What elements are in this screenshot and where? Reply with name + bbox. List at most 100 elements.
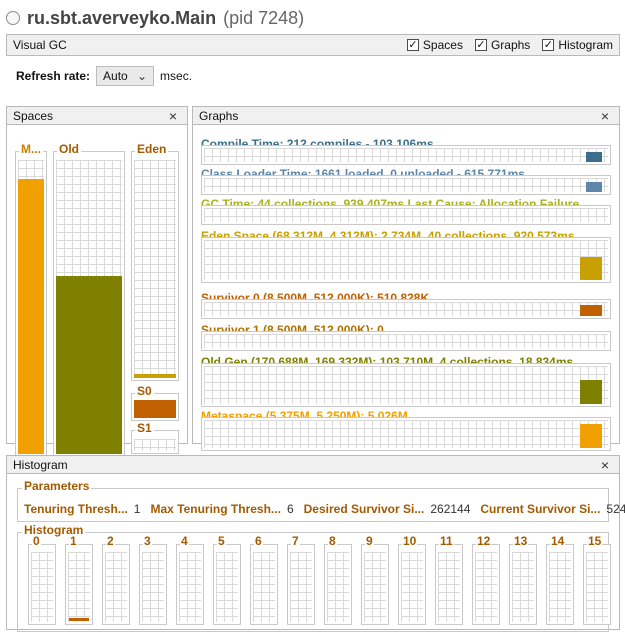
toggle-graphs[interactable]: ✓ Graphs [474, 38, 530, 52]
param-value: 524288 [606, 502, 625, 516]
histogram-bucket-3: 3 [139, 534, 167, 625]
graph-survivor0: Survivor 0 (8,500M, 512,000K): 510,828K [201, 291, 611, 321]
toggle-histogram[interactable]: ✓ Histogram [542, 38, 613, 52]
param-label: Tenuring Thresh... [24, 502, 128, 516]
histogram-bucket-grid [290, 552, 312, 622]
survivor1-column: S1 [131, 421, 179, 454]
refresh-rate-row: Refresh rate: Auto ⌄ msec. [16, 65, 192, 87]
param-current-survivor-size: Current Survivor Si... 524288 [480, 502, 625, 516]
histogram-bucket-grid [475, 552, 497, 622]
histogram-bucket-13: 13 [509, 534, 537, 625]
histogram-bucket-grid [68, 552, 90, 622]
histogram-bucket-box [546, 544, 574, 625]
app-title: ru.sbt.averveyko.Main (pid 7248) [6, 7, 304, 29]
visual-gc-title: Visual GC [13, 38, 67, 52]
graphs-panel-header: Graphs × [193, 107, 619, 125]
graph-spark [580, 257, 602, 280]
histogram-bucket-box [472, 544, 500, 625]
param-value: 6 [286, 502, 294, 516]
histogram-bucket-grid [142, 552, 164, 622]
histogram-bucket-label: 1 [69, 534, 78, 548]
histogram-bucket-label: 4 [180, 534, 189, 548]
param-value: 1 [133, 502, 141, 516]
spaces-panel-header: Spaces × [7, 107, 187, 125]
histogram-bucket-grid [401, 552, 423, 622]
graph-grid [204, 420, 608, 448]
param-label: Max Tenuring Thresh... [150, 502, 281, 516]
graph-area [201, 363, 611, 407]
application-name: ru.sbt.averveyko.Main [27, 7, 217, 28]
histogram-bucket-box [324, 544, 352, 625]
eden-grid [134, 160, 176, 378]
histogram-bucket-box [398, 544, 426, 625]
survivor0-column: S0 [131, 384, 179, 421]
graph-area [201, 145, 611, 165]
histogram-bucket-label: 15 [587, 534, 603, 548]
spaces-panel: Spaces × M... Old Eden S0 S1 [6, 106, 188, 457]
param-desired-survivor-size: Desired Survivor Si... 262144 [304, 502, 471, 516]
graph-area [201, 205, 611, 225]
histogram-bucket-box [287, 544, 315, 625]
histogram-bucket-box [435, 544, 463, 625]
histogram-checkbox[interactable]: ✓ [542, 39, 555, 51]
histogram-bucket-5: 5 [213, 534, 241, 625]
graph-classloader-time: Class Loader Time: 1661 loaded, 0 unload… [201, 167, 611, 197]
histogram-bucket-box [583, 544, 611, 625]
graph-area [201, 417, 611, 451]
graph-metaspace: Metaspace (5,375M, 5,250M): 5,026M [201, 409, 611, 453]
histogram-bucket-box [250, 544, 278, 625]
close-icon[interactable]: × [597, 108, 613, 124]
histogram-bucket-label: 14 [550, 534, 566, 548]
toggle-spaces[interactable]: ✓ Spaces [406, 38, 463, 52]
histogram-bucket-box [28, 544, 56, 625]
parameters-group: Parameters Tenuring Thresh... 1 Max Tenu… [17, 479, 625, 522]
histogram-panel-title: Histogram [13, 457, 68, 472]
graph-compile-time: Compile Time: 212 compiles - 103,106ms [201, 137, 611, 167]
visual-gc-toolbar: Visual GC ✓ Spaces ✓ Graphs ✓ Histogram [6, 34, 620, 56]
histogram-bucket-grid [253, 552, 275, 622]
eden-fill [134, 374, 176, 378]
histogram-bucket-label: 5 [217, 534, 226, 548]
histogram-bucket-grid [512, 552, 534, 622]
close-icon[interactable]: × [597, 457, 613, 473]
histogram-bucket-label: 3 [143, 534, 152, 548]
histogram-bucket-grid [364, 552, 386, 622]
histogram-bucket-box [65, 544, 93, 625]
graph-old-generation: Old Gen (170,688M, 169,332M): 103,710M, … [201, 355, 611, 409]
histogram-bucket-grid [438, 552, 460, 622]
refresh-rate-unit: msec. [160, 69, 193, 83]
histogram-group: Histogram 0 1 2 3 4 5 6 7 8 9 10 11 12 13 14 15 [17, 523, 611, 632]
graph-area [201, 175, 611, 195]
histogram-bucket-14: 14 [546, 534, 574, 625]
graphs-checkbox[interactable]: ✓ [474, 39, 487, 51]
graph-spark [586, 182, 602, 192]
old-generation-fill [56, 276, 122, 454]
close-icon[interactable]: × [165, 108, 181, 124]
spaces-checkbox[interactable]: ✓ [406, 39, 419, 51]
histogram-bucket-box [139, 544, 167, 625]
graphs-panel-title: Graphs [199, 108, 239, 123]
histogram-bucket-6: 6 [250, 534, 278, 625]
param-max-tenuring-threshold: Max Tenuring Thresh... 6 [150, 502, 293, 516]
histogram-bucket-4: 4 [176, 534, 204, 625]
histogram-checkbox-label: Histogram [558, 38, 613, 52]
histogram-content: Parameters Tenuring Thresh... 1 Max Tenu… [7, 474, 625, 632]
graph-area [201, 331, 611, 351]
refresh-rate-select[interactable]: Auto ⌄ [96, 66, 155, 86]
histogram-bucket-box [509, 544, 537, 625]
histogram-bucket-box [213, 544, 241, 625]
graph-spark [580, 424, 602, 448]
histogram-bucket-12: 12 [472, 534, 500, 625]
histogram-bucket-label: 11 [439, 534, 454, 548]
graph-grid [204, 302, 608, 316]
histogram-bucket-grid [31, 552, 53, 622]
parameters-title: Parameters [22, 479, 92, 493]
histogram-bucket-label: 9 [365, 534, 374, 548]
histogram-bucket-grid [179, 552, 201, 622]
histogram-bucket-1: 1 [65, 534, 93, 625]
spaces-content: M... Old Eden S0 S1 [7, 125, 187, 457]
chevron-down-icon: ⌄ [136, 69, 148, 83]
survivor0-fill [134, 400, 176, 418]
metaspace-fill [18, 179, 44, 454]
metaspace-label: M... [19, 142, 43, 156]
